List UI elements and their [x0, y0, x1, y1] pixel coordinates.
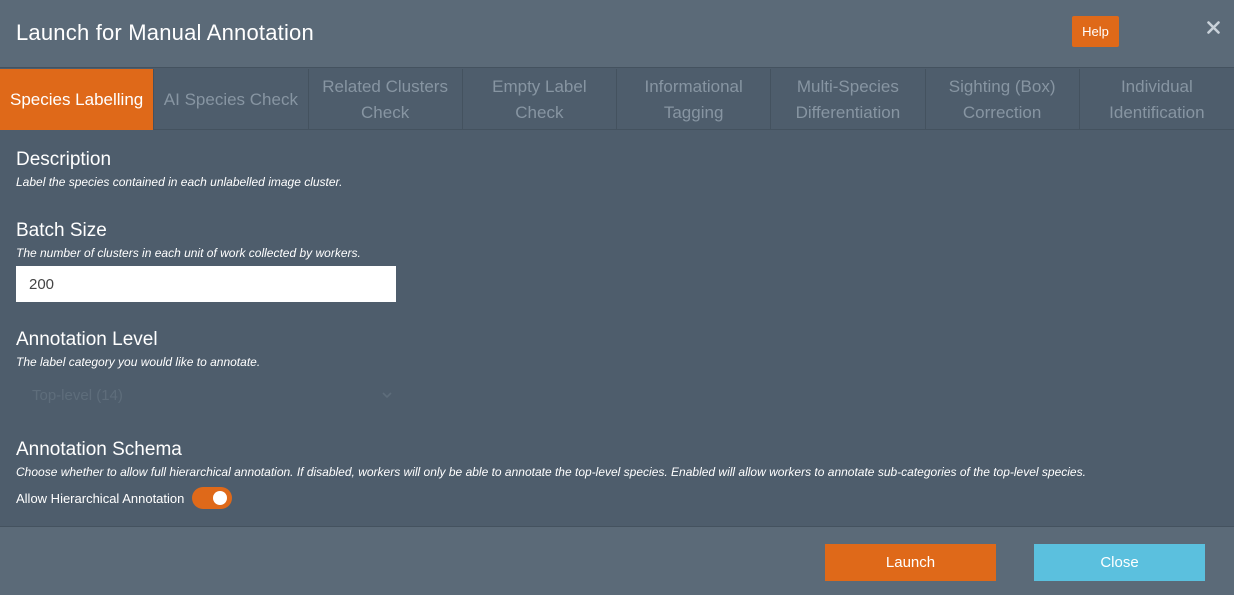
tab-bar: Species Labelling AI Species Check Relat…	[0, 69, 1234, 130]
tab-ai-species-check[interactable]: AI Species Check	[154, 69, 309, 130]
close-button[interactable]: Close	[1034, 544, 1205, 581]
batch-size-input[interactable]: 200	[16, 266, 396, 302]
toggle-knob	[213, 491, 228, 505]
hierarchical-annotation-toggle[interactable]	[192, 487, 233, 509]
modal-title: Launch for Manual Annotation	[16, 20, 314, 45]
tab-related-clusters-check[interactable]: Related Clusters Check	[309, 69, 463, 130]
tab-empty-label-check[interactable]: Empty Label Check	[463, 69, 617, 130]
description-text: Label the species contained in each unla…	[16, 175, 343, 189]
batch-size-heading: Batch Size	[16, 220, 107, 241]
tab-sighting-box-correction[interactable]: Sighting (Box) Correction	[926, 69, 1080, 130]
annotation-level-heading: Annotation Level	[16, 329, 158, 350]
help-button[interactable]: Help	[1072, 16, 1119, 47]
annotation-schema-heading: Annotation Schema	[16, 439, 182, 460]
modal-footer: Launch Close	[0, 526, 1234, 595]
tab-informational-tagging[interactable]: Informational Tagging	[617, 69, 772, 130]
close-icon[interactable]	[1203, 17, 1223, 37]
launch-modal: Launch for Manual Annotation Help Specie…	[0, 0, 1234, 595]
annotation-level-selected: Top-level (14)	[32, 386, 123, 404]
hierarchical-toggle-label: Allow Hierarchical Annotation	[16, 490, 185, 506]
annotation-schema-help: Choose whether to allow full hierarchica…	[16, 465, 1086, 479]
batch-size-help: The number of clusters in each unit of w…	[16, 246, 361, 260]
modal-body: Description Label the species contained …	[0, 131, 1234, 526]
hierarchical-toggle-row: Allow Hierarchical Annotation	[16, 486, 233, 510]
chevron-down-icon	[382, 392, 392, 399]
tab-multi-species-differentiation[interactable]: Multi-Species Differentiation	[771, 69, 926, 130]
description-heading: Description	[16, 149, 112, 170]
annotation-level-help: The label category you would like to ann…	[16, 355, 261, 369]
launch-button[interactable]: Launch	[825, 544, 996, 581]
tab-species-labelling[interactable]: Species Labelling	[0, 69, 155, 130]
close-icon-glyph	[1206, 20, 1220, 34]
modal-header: Launch for Manual Annotation Help	[0, 0, 1234, 68]
tab-individual-identification[interactable]: Individual Identification	[1080, 69, 1234, 130]
annotation-level-select[interactable]: Top-level (14)	[16, 383, 396, 407]
